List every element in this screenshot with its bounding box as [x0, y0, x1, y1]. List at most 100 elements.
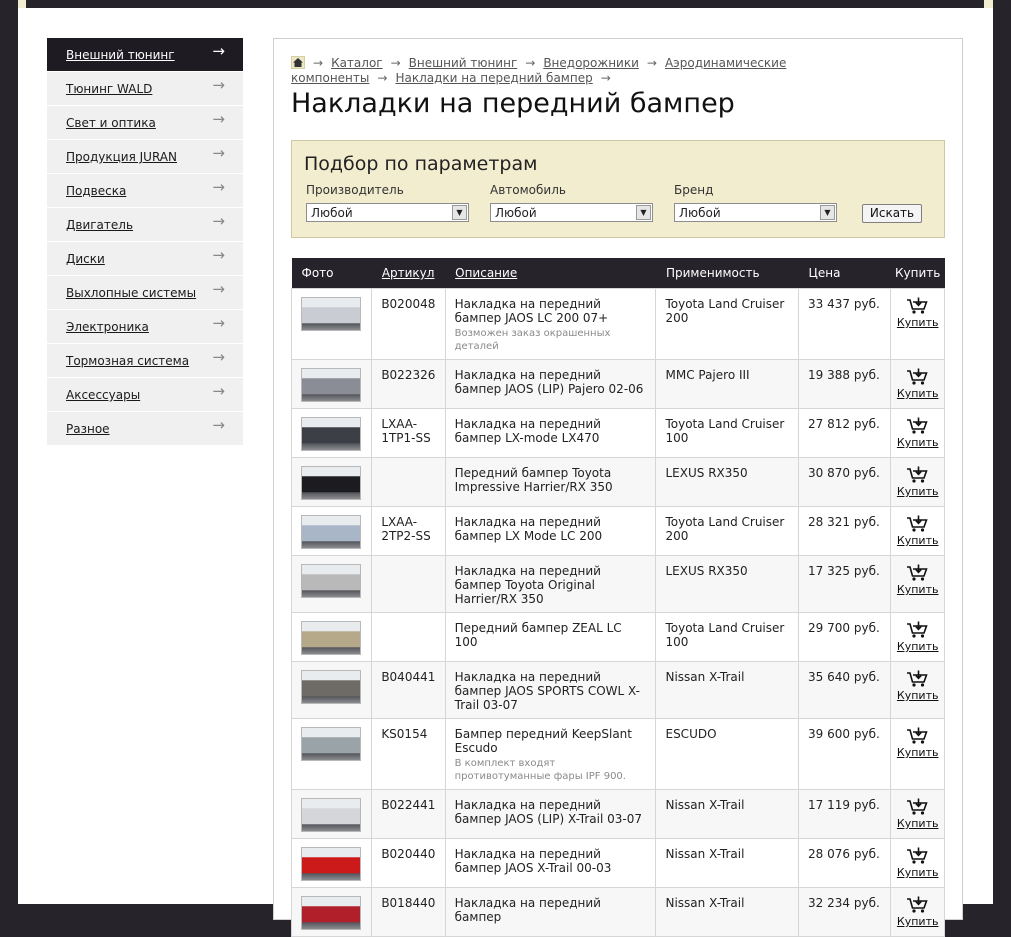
article-cell: [371, 555, 446, 613]
product-description: Накладка на передний бампер LX-mode LX47…: [454, 417, 601, 445]
applicability-cell: Toyota Land Cruiser 100: [655, 612, 800, 662]
product-thumbnail[interactable]: [301, 670, 361, 704]
sidebar-item[interactable]: Тюнинг WALD →: [47, 72, 243, 106]
breadcrumb-link[interactable]: Внешний тюнинг: [409, 56, 518, 70]
sidebar-item[interactable]: Тормозная система →: [47, 344, 243, 378]
buy-button[interactable]: Купить: [897, 896, 938, 929]
photo-cell: [290, 612, 373, 662]
home-icon[interactable]: [291, 56, 305, 69]
buy-button[interactable]: Купить: [897, 847, 938, 880]
buy-button[interactable]: Купить: [897, 564, 938, 597]
table-row: Накладка на передний бампер Toyota Origi…: [290, 555, 945, 613]
buy-button[interactable]: Купить: [897, 670, 938, 703]
sidebar-item-label[interactable]: Аксессуары: [66, 388, 140, 402]
sidebar-item[interactable]: Свет и оптика →: [47, 106, 243, 140]
article-cell: KS0154: [371, 718, 446, 790]
product-thumbnail[interactable]: [301, 847, 361, 881]
product-thumbnail[interactable]: [301, 798, 361, 832]
buy-label: Купить: [896, 534, 939, 547]
sidebar-item-label[interactable]: Свет и оптика: [66, 116, 156, 130]
product-thumbnail[interactable]: [301, 564, 361, 598]
buy-label: Купить: [896, 485, 939, 498]
buy-button[interactable]: Купить: [897, 798, 938, 831]
product-thumbnail[interactable]: [301, 621, 361, 655]
table-row: LXAA-1TP1-SS Накладка на передний бампер …: [290, 408, 945, 458]
cart-icon: [897, 515, 939, 533]
arrow-right-icon: →: [212, 144, 225, 162]
manufacturer-select-value: Любой: [311, 206, 353, 220]
product-thumbnail[interactable]: [301, 727, 361, 761]
buy-button[interactable]: Купить: [896, 515, 939, 548]
manufacturer-label: Производитель: [306, 183, 404, 197]
sidebar-item[interactable]: Аксессуары →: [47, 378, 243, 412]
buy-cell: Купить: [890, 612, 945, 662]
sidebar-item-label[interactable]: Разное: [66, 422, 110, 436]
product-thumbnail[interactable]: [301, 297, 361, 331]
photo-cell: [290, 288, 373, 360]
sidebar-item-label[interactable]: Двигатель: [66, 218, 133, 232]
product-thumbnail[interactable]: [301, 368, 361, 402]
product-thumbnail[interactable]: [301, 417, 361, 451]
product-description: Передний бампер Toyota Impressive Harrie…: [454, 466, 613, 494]
article-cell: LXAA-1TP1-SS: [371, 408, 446, 458]
product-thumbnail[interactable]: [301, 466, 361, 500]
description-cell: Накладка на передний бампер JAOS X-Trail…: [444, 838, 657, 888]
sidebar-item-label[interactable]: Тормозная система: [66, 354, 189, 368]
product-table-body: B020048 Накладка на передний бампер JAOS …: [290, 288, 945, 937]
chevron-down-icon: ▼: [452, 205, 467, 220]
sidebar-item[interactable]: Продукция JURAN →: [47, 140, 243, 174]
description-cell: Передний бампер Toyota Impressive Harrie…: [444, 457, 657, 507]
price-cell: 33 437 руб.: [798, 288, 892, 360]
buy-button[interactable]: Купить: [897, 621, 938, 654]
sidebar-item[interactable]: Выхлопные системы →: [47, 276, 243, 310]
photo-cell: [290, 661, 373, 719]
header-description-sort-link[interactable]: Описание: [445, 258, 656, 289]
buy-label: Купить: [896, 436, 939, 449]
buy-button[interactable]: Купить: [897, 297, 938, 330]
breadcrumb-link[interactable]: Внедорожники: [543, 56, 639, 70]
sidebar-item[interactable]: Разное →: [47, 412, 243, 446]
sidebar-item-label[interactable]: Диски: [66, 252, 105, 266]
brand-select[interactable]: Любой ▼: [674, 203, 837, 222]
sidebar-item-label[interactable]: Продукция JURAN: [66, 150, 177, 164]
header-buy: Купить: [890, 258, 945, 289]
product-thumbnail[interactable]: [301, 515, 361, 549]
buy-button[interactable]: Купить: [897, 727, 938, 760]
search-button[interactable]: Искать: [862, 204, 922, 223]
product-thumbnail[interactable]: [301, 896, 361, 930]
sidebar-item[interactable]: Электроника →: [47, 310, 243, 344]
table-row: Передний бампер ZEAL LC 100 Toyota Land C…: [290, 612, 945, 662]
product-description: Передний бампер ZEAL LC 100: [454, 621, 622, 649]
sidebar-item[interactable]: Диски →: [47, 242, 243, 276]
sidebar-item[interactable]: Подвеска →: [47, 174, 243, 208]
manufacturer-select[interactable]: Любой ▼: [306, 203, 469, 222]
table-row: LXAA-2TP2-SS Накладка на передний бампер …: [290, 506, 945, 556]
car-select[interactable]: Любой ▼: [490, 203, 653, 222]
sidebar-item-label[interactable]: Подвеска: [66, 184, 126, 198]
sidebar-item[interactable]: Внешний тюнинг →: [47, 38, 243, 72]
sidebar-item-label[interactable]: Внешний тюнинг: [66, 48, 175, 62]
sidebar-item-label[interactable]: Тюнинг WALD: [66, 82, 152, 96]
product-description: Накладка на передний бампер JAOS (LIP) P…: [454, 368, 644, 396]
breadcrumb-separator: →: [525, 56, 536, 70]
sidebar-item-label[interactable]: Электроника: [66, 320, 149, 334]
product-description: Накладка на передний бампер JAOS (LIP) X…: [454, 798, 643, 826]
article-cell: B022326: [371, 359, 446, 409]
description-cell: Накладка на передний бампер Toyota Origi…: [444, 555, 657, 613]
sidebar-item-label[interactable]: Выхлопные системы: [66, 286, 196, 300]
breadcrumb-link[interactable]: Накладки на передний бампер: [395, 71, 592, 85]
breadcrumb-link[interactable]: Каталог: [331, 56, 383, 70]
product-note: В комплект входят противотуманные фары I…: [454, 758, 626, 782]
header-article-sort-link[interactable]: Артикул: [371, 258, 446, 289]
product-description: Бампер передний KeepSlant Escudo: [454, 727, 632, 755]
buy-button[interactable]: Купить: [896, 466, 939, 499]
buy-button[interactable]: Купить: [896, 417, 939, 450]
table-row: B022441 Накладка на передний бампер JAOS …: [290, 789, 945, 839]
chevron-down-icon: ▼: [820, 205, 835, 220]
table-row: B022326 Накладка на передний бампер JAOS …: [290, 359, 945, 409]
sidebar-item[interactable]: Двигатель →: [47, 208, 243, 242]
price-cell: 28 076 руб.: [798, 838, 892, 888]
buy-button[interactable]: Купить: [897, 368, 938, 401]
applicability-cell: Nissan X-Trail: [655, 887, 800, 937]
description-cell: Бампер передний KeepSlant Escudo В компле…: [444, 718, 657, 790]
